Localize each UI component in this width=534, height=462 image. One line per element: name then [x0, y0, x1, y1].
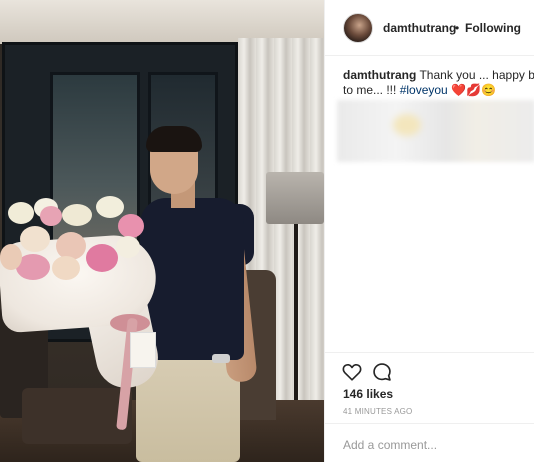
avatar[interactable]	[343, 13, 373, 43]
bouquet-flower	[52, 256, 80, 280]
bouquet-rose	[40, 206, 62, 226]
caption-line-2: to me... !!! #loveyou ❤️💋😊	[343, 83, 534, 98]
comment-box[interactable]: Add a comment...	[325, 423, 534, 462]
bouquet-lily	[96, 196, 124, 218]
following-button[interactable]: Following	[465, 21, 521, 35]
comment-bubble-icon-svg	[373, 363, 391, 381]
heart-outline-icon-svg	[342, 363, 362, 381]
post-sidebar: damthutrang • Following damthutrang Than…	[324, 0, 534, 462]
comment-bubble-icon[interactable]	[371, 361, 393, 383]
header-separator: •	[455, 21, 460, 35]
post-header: damthutrang • Following	[325, 0, 534, 56]
bouquet-flower	[20, 226, 50, 252]
photo-lamp-shade	[266, 172, 324, 224]
bouquet-rose	[118, 214, 144, 238]
caption-emojis: ❤️💋😊	[451, 83, 496, 97]
caption-username-link[interactable]: damthutrang	[343, 68, 416, 82]
post-photo[interactable]	[0, 0, 324, 462]
post-actions: 146 likes 41 MINUTES AGO Add a comment..…	[325, 352, 534, 462]
username-link[interactable]: damthutrang	[383, 21, 456, 35]
bouquet-lily	[8, 202, 34, 224]
caption: damthutrang Thank you ... happy birt	[343, 68, 534, 83]
bouquet-rose	[86, 244, 118, 272]
instagram-post: damthutrang • Following damthutrang Than…	[0, 0, 534, 462]
bouquet-card	[130, 332, 156, 368]
person-hair	[146, 126, 202, 152]
likes-count[interactable]: 146 likes	[343, 387, 393, 401]
blurred-comment-area	[337, 100, 534, 162]
photo-ottoman	[22, 388, 132, 444]
caption-text-continued: to me... !!!	[343, 83, 400, 97]
hashtag-link[interactable]: #loveyou	[400, 83, 448, 97]
heart-outline-icon[interactable]	[341, 361, 363, 383]
blurred-spot	[393, 114, 421, 136]
person-watch	[212, 354, 230, 363]
bouquet-lily	[116, 236, 140, 258]
bouquet-lily	[62, 204, 92, 226]
caption-text: Thank you ... happy birt	[419, 68, 534, 82]
bouquet-flower	[0, 244, 22, 270]
comment-input-placeholder[interactable]: Add a comment...	[343, 438, 437, 452]
post-timestamp[interactable]: 41 MINUTES AGO	[343, 407, 412, 416]
